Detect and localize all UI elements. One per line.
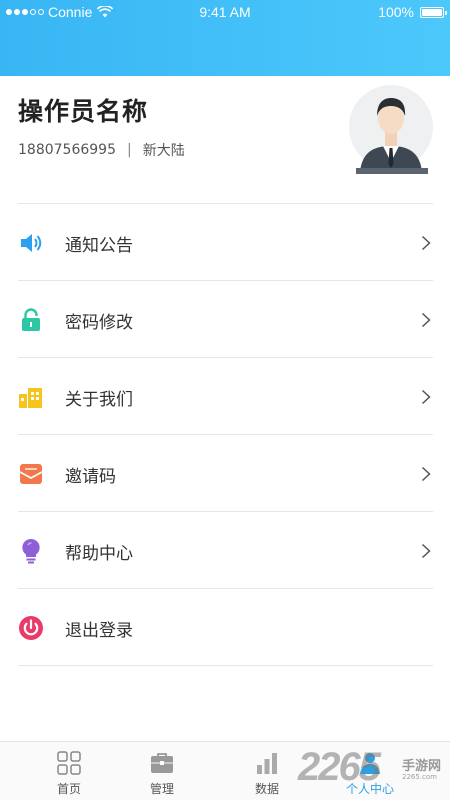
chevron-right-icon <box>421 312 431 328</box>
tab-home[interactable]: 首页 <box>39 742 99 800</box>
tab-manage[interactable]: 管理 <box>132 742 192 800</box>
watermark-url: 2265.com <box>402 773 437 781</box>
tab-label-home: 首页 <box>56 782 81 796</box>
building-icon <box>19 388 42 408</box>
grid-icon <box>57 751 81 775</box>
settings-menu: 通知公告 密码修改 关于我们 邀请码 帮助中心 退出登录 <box>0 204 450 666</box>
watermark-number: 2265 <box>298 745 381 789</box>
chevron-right-icon <box>421 235 431 251</box>
site-watermark: 2265 手游网 2265.com <box>298 745 448 795</box>
tab-data[interactable]: 数据 <box>237 742 297 800</box>
tab-label-data: 数据 <box>254 782 279 796</box>
menu-item-logout[interactable]: 退出登录 <box>18 589 433 666</box>
menu-label-notice: 通知公告 <box>65 236 133 256</box>
battery-percent: 100% <box>378 4 414 20</box>
speaker-icon <box>21 234 42 252</box>
operator-name: 操作员名称 <box>18 97 149 126</box>
menu-label-about: 关于我们 <box>65 390 133 410</box>
menu-label-logout: 退出登录 <box>65 621 133 641</box>
avatar[interactable] <box>348 84 434 174</box>
menu-item-invite-code[interactable]: 邀请码 <box>18 435 433 512</box>
chevron-right-icon <box>421 389 431 405</box>
menu-label-password: 密码修改 <box>65 313 133 333</box>
chevron-right-icon <box>421 466 431 482</box>
lightbulb-icon <box>22 538 40 564</box>
power-icon <box>19 616 43 640</box>
mail-icon <box>19 464 43 484</box>
profile-section: 操作员名称 18807566995 | 新大陆 <box>0 76 450 204</box>
operator-phone: 18807566995 <box>18 142 116 158</box>
chevron-right-icon <box>421 543 431 559</box>
menu-label-invite-code: 邀请码 <box>65 467 116 487</box>
tab-label-manage: 管理 <box>149 782 174 796</box>
operator-company: 新大陆 <box>142 143 185 159</box>
info-separator: | <box>126 142 132 158</box>
battery-icon <box>420 6 447 18</box>
watermark-text: 手游网 <box>402 759 442 774</box>
menu-item-password[interactable]: 密码修改 <box>18 281 433 358</box>
menu-item-help[interactable]: 帮助中心 <box>18 512 433 589</box>
briefcase-icon <box>151 753 173 773</box>
operator-info: 18807566995 | 新大陆 <box>18 140 185 160</box>
bar-chart-icon <box>257 753 277 774</box>
menu-item-notice[interactable]: 通知公告 <box>18 204 433 281</box>
menu-label-help: 帮助中心 <box>65 544 133 564</box>
battery-info: 100% <box>378 4 447 20</box>
menu-item-about[interactable]: 关于我们 <box>18 358 433 435</box>
header-bar: Connie 9:41 AM 100% <box>0 0 450 76</box>
status-bar: Connie 9:41 AM 100% <box>0 0 450 24</box>
lock-icon <box>22 308 40 331</box>
